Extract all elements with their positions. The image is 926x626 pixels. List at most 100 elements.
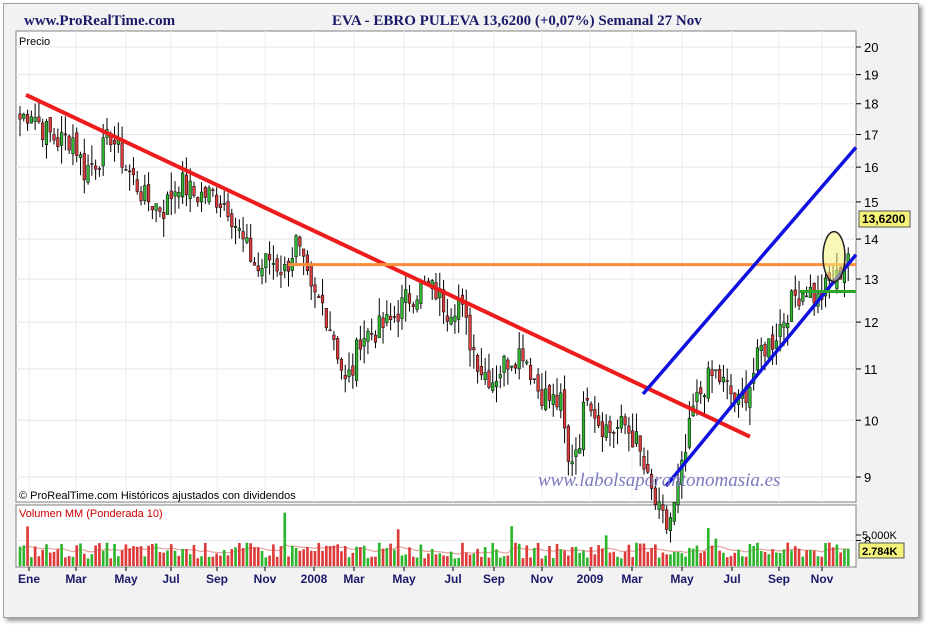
- candle-body: [555, 395, 559, 408]
- price-panel-label: Precio: [19, 36, 50, 48]
- candle-body: [211, 189, 215, 191]
- volume-bar: [635, 542, 638, 566]
- volume-bar: [710, 545, 714, 566]
- candle-body: [778, 324, 782, 337]
- candle-body: [623, 416, 627, 426]
- volume-bar: [256, 547, 260, 566]
- volume-bar: [438, 553, 442, 566]
- volume-bar: [846, 548, 850, 566]
- candle-body: [729, 385, 733, 395]
- volume-bar: [56, 549, 60, 566]
- time-tick-label: 2008: [301, 572, 328, 586]
- candle-body: [479, 366, 483, 376]
- candle-body: [237, 228, 241, 231]
- candle-body: [324, 308, 328, 328]
- volume-bar: [461, 542, 464, 566]
- volume-bar: [533, 547, 536, 566]
- candle-body: [381, 317, 385, 329]
- volume-bar: [616, 556, 619, 566]
- volume-bar: [529, 557, 532, 566]
- candle-body: [627, 425, 631, 434]
- volume-bar: [797, 548, 801, 566]
- candle-body: [657, 501, 661, 510]
- volume-bar: [37, 556, 41, 566]
- candle-body: [226, 201, 230, 217]
- copyright-note: © ProRealTime.com Históricos ajustados c…: [19, 490, 296, 502]
- volume-bar: [827, 542, 831, 566]
- candle-body: [67, 135, 71, 151]
- candle-body: [112, 140, 117, 145]
- volume-bar: [559, 549, 563, 566]
- candle-body: [128, 170, 132, 173]
- last-price-label: 13,6200: [862, 212, 906, 226]
- volume-bar: [241, 548, 245, 566]
- candle-body: [373, 334, 378, 343]
- candle-body: [241, 231, 245, 240]
- candle-body: [687, 417, 691, 448]
- candle-body: [283, 264, 287, 272]
- volume-bar: [510, 526, 513, 566]
- volume-bar: [101, 550, 105, 566]
- chart-svg: 891011121314151617181920 Ene Mar May Jul Sep…: [15, 30, 911, 586]
- volume-bar: [718, 550, 721, 566]
- volume-bar: [464, 552, 468, 566]
- volume-bar: [449, 551, 453, 566]
- volume-bar: [90, 554, 94, 566]
- volume-bar: [325, 545, 328, 566]
- candle-body: [90, 163, 94, 165]
- time-tick-label: 2009: [577, 572, 604, 586]
- candle-body: [695, 391, 699, 403]
- candle-body: [135, 179, 139, 192]
- candle-body: [271, 263, 275, 265]
- candle-body: [759, 345, 763, 352]
- candle-body: [313, 284, 317, 293]
- volume-bar: [608, 552, 612, 566]
- candle-body: [358, 339, 362, 350]
- candle-body: [525, 361, 529, 364]
- watermark-url[interactable]: www.labolsaporantonomasia.es: [538, 470, 780, 491]
- volume-bar: [249, 543, 253, 566]
- candle-body: [44, 121, 49, 146]
- volume-bar: [442, 555, 445, 566]
- volume-bar: [105, 542, 109, 566]
- volume-bar: [684, 556, 687, 566]
- volume-bar: [370, 556, 374, 566]
- volume-bar: [733, 552, 737, 566]
- volume-bar: [646, 551, 650, 566]
- candle-body: [774, 340, 778, 349]
- volume-bar: [457, 557, 461, 566]
- candle-body: [585, 397, 589, 401]
- candle-body: [389, 315, 393, 320]
- candle-body: [158, 207, 162, 212]
- volume-panel-label: Volumen MM (Ponderada 10): [19, 508, 163, 520]
- volume-bar: [162, 552, 166, 566]
- volume-bar: [657, 557, 661, 566]
- candle-body: [154, 203, 158, 211]
- volume-bar: [207, 556, 211, 566]
- volume-bar: [147, 545, 150, 566]
- volume-bar: [809, 550, 812, 566]
- candle-body: [48, 117, 52, 133]
- candle-body: [638, 435, 642, 452]
- volume-bar: [177, 555, 181, 566]
- volume-bar: [801, 556, 805, 566]
- volume-bar: [48, 552, 52, 566]
- candle-body: [699, 387, 703, 395]
- volume-bar: [321, 550, 324, 566]
- candle-body: [169, 190, 173, 200]
- candle-body: [600, 421, 604, 437]
- candle-body: [63, 133, 67, 136]
- volume-bar: [514, 542, 517, 566]
- volume-bar: [582, 550, 585, 566]
- candle-body: [260, 268, 264, 277]
- volume-bar: [752, 545, 755, 566]
- volume-bar: [476, 548, 479, 566]
- volume-bar: [676, 551, 680, 566]
- volume-bar: [41, 549, 45, 566]
- volume-bar: [253, 547, 256, 566]
- volume-bar: [824, 543, 827, 566]
- volume-bar: [589, 547, 593, 566]
- volume-bar: [302, 549, 305, 566]
- price-tick-label: 12: [864, 315, 878, 330]
- candle-body: [612, 432, 616, 434]
